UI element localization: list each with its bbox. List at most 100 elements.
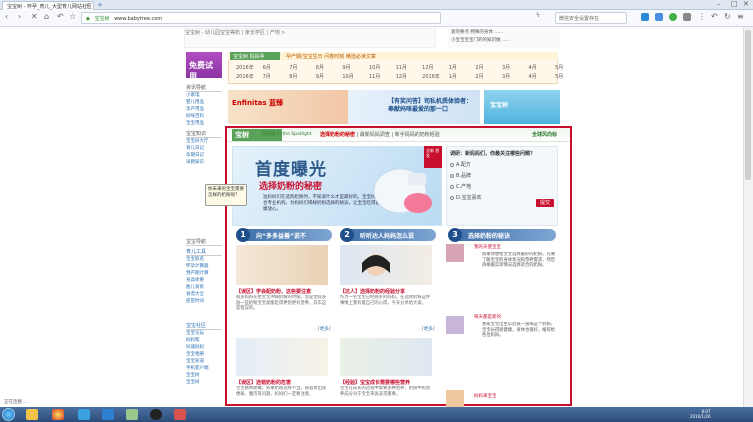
news-link-2[interactable]: 小宝宝宝宝门的的知识做 ...... xyxy=(448,36,560,44)
close-window-icon[interactable]: ✕ xyxy=(743,0,749,8)
survey-option[interactable]: C.产地 xyxy=(450,183,554,190)
browser-icon[interactable] xyxy=(78,409,90,420)
article-title[interactable]: 【经验】宝宝成长需要哪些营养 xyxy=(340,379,434,386)
section-header-3[interactable]: 选择奶粉的秘诀 xyxy=(452,229,556,241)
more-link[interactable]: [更多] xyxy=(422,326,435,332)
chrome-icon[interactable] xyxy=(52,409,64,420)
month-link[interactable]: 10月 xyxy=(342,73,367,80)
qq-icon[interactable] xyxy=(150,409,162,420)
system-clock[interactable]: 8:07 2016/1/26 xyxy=(690,409,711,419)
nav-link[interactable]: 胎儿发育 xyxy=(186,284,222,291)
browser-tab[interactable]: 宝宝树 - 怀孕_育儿_大型育儿网站社区 ✕ xyxy=(2,1,94,10)
home-icon[interactable]: ⌂ xyxy=(44,12,49,21)
folder-icon[interactable] xyxy=(26,409,38,420)
survey-option[interactable]: B.品牌 xyxy=(450,172,554,179)
article-title[interactable]: 【误区】学会配奶粉，这些要注意 xyxy=(236,288,330,295)
news-link-1[interactable]: 爱的要点 特殊的身体 ...... xyxy=(448,28,560,36)
scrollbar-thumb[interactable] xyxy=(745,30,751,180)
nav-active-link[interactable]: 选择奶粉的秘密 xyxy=(320,132,355,138)
hero-banner[interactable]: 首度曝光 选择奶粉的秘密 准妈妈们在选购奶粉时，不知道什么才是最好的。宝宝树联合… xyxy=(232,146,442,226)
right-article-title[interactable]: 我的天使宝宝 xyxy=(474,244,501,250)
section-header-1[interactable]: 向“多多益善”说不 xyxy=(240,229,332,241)
section-header-2[interactable]: 听听达人妈妈怎么说 xyxy=(344,229,436,241)
nav-link[interactable]: 小家电 xyxy=(186,92,222,99)
month-link[interactable]: 7月 xyxy=(289,64,314,71)
nav-link[interactable]: 宝宝树大厅 xyxy=(186,138,222,145)
radio-icon[interactable] xyxy=(450,195,454,200)
nav-link[interactable]: 妈咪百科 xyxy=(186,113,222,120)
ie-icon[interactable] xyxy=(102,409,114,420)
nav-link[interactable]: 宝宝用品 xyxy=(186,120,222,127)
nav-link[interactable]: 食谱大全 xyxy=(186,291,222,298)
image-icon[interactable] xyxy=(126,409,138,420)
nav-link[interactable]: 疫苗时间 xyxy=(186,298,222,305)
nav-link[interactable]: 怀孕计算器 xyxy=(186,263,222,270)
month-link[interactable]: 11月 xyxy=(396,64,421,71)
back-icon[interactable]: ‹ xyxy=(5,12,8,21)
phone-icon[interactable] xyxy=(655,13,663,21)
refresh-icon[interactable]: ↻ xyxy=(724,12,731,21)
month-link[interactable]: 3月 xyxy=(502,73,527,80)
nav-link[interactable]: 孕产用品 xyxy=(186,106,222,113)
nav-link[interactable]: 孕期日记 xyxy=(186,152,222,159)
right-article-title[interactable]: 每天都是新的 xyxy=(474,314,501,320)
search-box[interactable]: 微信安全设置存在 xyxy=(555,12,627,24)
radio-icon[interactable] xyxy=(450,162,454,167)
month-link[interactable]: 2月 xyxy=(475,73,500,80)
minimize-icon[interactable]: – xyxy=(717,0,721,8)
new-tab-button[interactable]: + xyxy=(97,1,103,9)
month-link[interactable]: 3月 xyxy=(502,64,527,71)
nav-link[interactable]: 手机客户端 xyxy=(186,365,222,372)
nav-link[interactable]: 早教知识 xyxy=(186,159,222,166)
undo-icon[interactable]: ↶ xyxy=(57,12,64,21)
forward-icon[interactable]: › xyxy=(18,12,21,21)
nav-link[interactable]: 宝宝论坛 xyxy=(186,330,222,337)
article-title[interactable]: 【达人】选择奶粉的经验分享 xyxy=(340,288,434,295)
close-tab-icon[interactable]: ✕ xyxy=(86,3,90,9)
more-icon[interactable]: ≡ xyxy=(737,12,744,21)
radio-icon[interactable] xyxy=(450,173,454,178)
submit-button[interactable]: 提交 xyxy=(536,199,554,207)
month-link[interactable]: 1月 xyxy=(449,73,474,80)
nav-links[interactable]: | 最新妈妈调查 | 新手妈妈的奶粉经验 xyxy=(355,132,440,138)
survey-option[interactable]: A.配方 xyxy=(450,161,554,168)
month-link[interactable]: 5月 xyxy=(555,73,580,80)
article-image[interactable] xyxy=(236,245,328,285)
maximize-icon[interactable]: □ xyxy=(731,0,738,8)
month-link[interactable]: 4月 xyxy=(529,64,554,71)
month-link[interactable]: 5月 xyxy=(555,64,580,71)
month-link[interactable]: 8月 xyxy=(289,73,314,80)
month-link[interactable]: 12月 xyxy=(396,73,421,80)
month-link[interactable]: 9月 xyxy=(342,64,367,71)
article-title[interactable]: 【误区】选错奶粉的危害 xyxy=(236,379,330,386)
top-ad[interactable]: 宝宝树 - 幼儿园宝宝等奶 | 家长学区 | 产地 > xyxy=(184,28,436,48)
right-article-title[interactable]: 妈妈来宝宝 xyxy=(474,393,497,399)
free-trial-button[interactable]: 免费试用 xyxy=(186,52,222,81)
month-link[interactable]: 9月 xyxy=(316,73,341,80)
nav-link[interactable]: 宝宝树 xyxy=(186,372,222,379)
user-avatar[interactable] xyxy=(446,390,464,408)
nav-link[interactable]: 宝宝相册 xyxy=(186,351,222,358)
more-link[interactable]: [更多] xyxy=(318,326,331,332)
article-image[interactable] xyxy=(340,338,432,376)
nav-link[interactable]: 宝宝知道 xyxy=(186,358,222,365)
month-link[interactable]: 4月 xyxy=(529,73,554,80)
extension-icon[interactable] xyxy=(669,13,677,21)
spotlight-right-title[interactable]: 全球风向标 xyxy=(532,131,557,138)
month-link[interactable]: 7月 xyxy=(263,73,288,80)
nav-link[interactable]: 预产期计算 xyxy=(186,270,222,277)
user-avatar[interactable] xyxy=(446,316,464,334)
month-link[interactable]: 6月 xyxy=(263,64,288,71)
promo-banner[interactable]: 宝宝树 xyxy=(484,90,560,124)
nav-link[interactable]: 妈妈帮 xyxy=(186,337,222,344)
stop-icon[interactable]: ✕ xyxy=(31,12,38,21)
quiz-banner[interactable]: 【有奖问答】司私机质体验者： 奉献妈咪最爱的那一口 xyxy=(348,90,480,124)
month-link[interactable]: 11月 xyxy=(369,73,394,80)
nav-link[interactable]: 宝宝取名 xyxy=(186,256,222,263)
favorite-icon[interactable]: ☆ xyxy=(69,12,76,21)
menu-icon[interactable]: ⋮ xyxy=(698,12,706,21)
nav-link[interactable]: 身高体重 xyxy=(186,277,222,284)
article-image[interactable] xyxy=(340,245,432,285)
nav-link[interactable]: 宝宝树 xyxy=(186,379,222,386)
nav-link[interactable]: 育儿日记 xyxy=(186,145,222,152)
